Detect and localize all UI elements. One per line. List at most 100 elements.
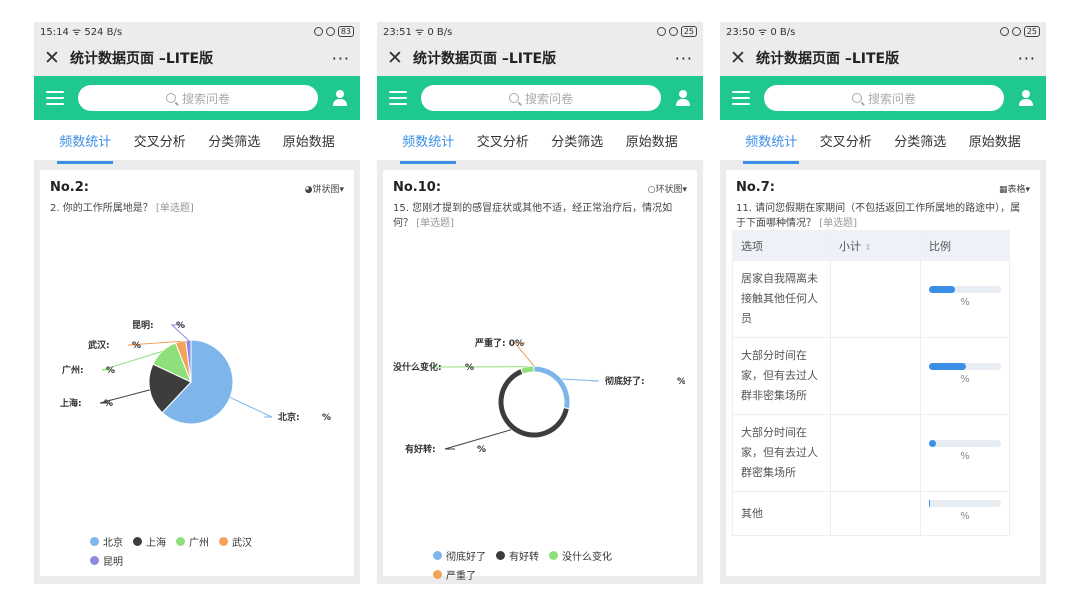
- slice-value-1: %: [104, 399, 113, 409]
- legend-swatch: [133, 537, 142, 546]
- slice-0[interactable]: [533, 365, 571, 410]
- page-title: 统计数据页面 –LITE版: [756, 51, 900, 67]
- legend-item[interactable]: 广州: [176, 534, 209, 549]
- slice-2[interactable]: [520, 365, 535, 375]
- tab-cross-analysis[interactable]: 交叉分析: [475, 127, 531, 154]
- legend-label: 没什么变化: [562, 552, 612, 563]
- slice-value-3: %: [132, 341, 141, 351]
- tab-frequency[interactable]: 频数统计: [400, 127, 457, 164]
- tab-raw-data[interactable]: 原始数据: [281, 127, 337, 154]
- legend-item[interactable]: 有好转: [496, 548, 539, 563]
- alarm-icon: [1011, 26, 1021, 36]
- legend-label: 广州: [189, 538, 209, 549]
- column-header-count[interactable]: 小计 ⇕: [830, 230, 921, 261]
- battery-icon: 83: [337, 25, 354, 37]
- question-title: 11. 请问您假期在家期间（不包括返回工作所属地的路途中），属于下面哪种情况？: [736, 203, 1021, 229]
- legend-swatch: [549, 551, 558, 560]
- tab-cross-analysis[interactable]: 交叉分析: [132, 127, 188, 154]
- status-net-speed: 0 B/s: [427, 27, 453, 38]
- column-header-option: 选项: [732, 230, 831, 261]
- legend-swatch: [90, 556, 99, 565]
- tab-bar: 频数统计 交叉分析 分类筛选 原始数据: [720, 120, 1046, 164]
- phone-screen-3: 23:50 ᯤ 0 B/s 25 ✕ 统计数据页面 –LITE版 ··· 搜索问…: [720, 22, 1046, 584]
- question-type: [单选题]: [416, 218, 454, 229]
- slice-label-2: 广州:: [62, 364, 84, 376]
- chart-type-label: 饼状图▾: [312, 185, 344, 195]
- more-icon[interactable]: ···: [1018, 49, 1036, 68]
- legend-item[interactable]: 昆明: [90, 553, 123, 568]
- slice-value-2: %: [106, 366, 115, 376]
- user-icon[interactable]: [675, 90, 691, 106]
- legend-label: 昆明: [103, 557, 123, 568]
- page-title: 统计数据页面 –LITE版: [413, 51, 557, 67]
- table-row: 大部分时间在家，但有去过人群密集场所%: [732, 414, 1010, 492]
- ring-chart: 彻底好了:% 有好转:% 没什么变化:% 严重了: 0%: [393, 337, 685, 455]
- more-icon[interactable]: ···: [675, 49, 693, 68]
- user-icon[interactable]: [332, 90, 348, 106]
- search-input[interactable]: 搜索问卷: [421, 85, 661, 111]
- chart-type-dropdown[interactable]: ▦表格▾: [999, 182, 1030, 195]
- legend-item[interactable]: 上海: [133, 534, 166, 549]
- tab-category-filter[interactable]: 分类筛选: [549, 127, 605, 154]
- table-row: 大部分时间在家，但有去过人群非密集场所%: [732, 337, 1010, 415]
- status-bar: 23:51 ᯤ 0 B/s 25: [377, 22, 703, 40]
- status-net-speed: 0 B/s: [770, 27, 796, 38]
- tab-category-filter[interactable]: 分类筛选: [892, 127, 948, 154]
- search-input[interactable]: 搜索问卷: [78, 85, 318, 111]
- question-number: No.2:: [50, 180, 89, 195]
- slice-value-1: %: [477, 445, 486, 455]
- menu-icon[interactable]: [389, 91, 407, 105]
- tab-raw-data[interactable]: 原始数据: [967, 127, 1023, 154]
- sort-icon[interactable]: ⇕: [865, 243, 872, 252]
- close-icon[interactable]: ✕: [730, 48, 752, 68]
- alarm-icon: [325, 26, 335, 36]
- menu-icon[interactable]: [46, 91, 64, 105]
- user-icon[interactable]: [1018, 90, 1034, 106]
- status-time: 15:14: [40, 27, 69, 38]
- ratio-bar-track: [929, 285, 1001, 293]
- legend-item[interactable]: 北京: [90, 534, 123, 549]
- tab-frequency[interactable]: 频数统计: [57, 127, 114, 164]
- question-text: 15. 您刚才提到的感冒症状或其他不适，经正常治疗后，情况如何？ [单选题]: [393, 201, 687, 231]
- count-cell: [830, 260, 921, 338]
- legend-swatch: [433, 570, 442, 579]
- close-icon[interactable]: ✕: [387, 48, 409, 68]
- legend-item[interactable]: 武汉: [219, 534, 252, 549]
- ratio-bar-fill: [929, 500, 931, 507]
- count-cell: [830, 337, 921, 415]
- tab-raw-data[interactable]: 原始数据: [624, 127, 680, 154]
- chart-type-dropdown[interactable]: ○环状图▾: [648, 182, 687, 195]
- slice-value-4: %: [176, 321, 185, 331]
- legend-swatch: [90, 537, 99, 546]
- close-icon[interactable]: ✕: [44, 48, 66, 68]
- tab-category-filter[interactable]: 分类筛选: [206, 127, 262, 154]
- legend-item[interactable]: 严重了: [433, 567, 476, 582]
- search-input[interactable]: 搜索问卷: [764, 85, 1004, 111]
- legend-item[interactable]: 彻底好了: [433, 548, 486, 563]
- menu-icon[interactable]: [732, 91, 750, 105]
- page-title: 统计数据页面 –LITE版: [70, 51, 214, 67]
- question-number: No.10:: [393, 180, 442, 195]
- column-header-ratio: 比例: [920, 230, 1010, 261]
- search-icon: [851, 93, 862, 103]
- tab-frequency[interactable]: 频数统计: [743, 127, 800, 164]
- question-card: No.10: ○环状图▾ 15. 您刚才提到的感冒症状或其他不适，经正常治疗后，…: [383, 170, 697, 582]
- option-cell: 大部分时间在家，但有去过人群非密集场所: [732, 337, 831, 415]
- tab-cross-analysis[interactable]: 交叉分析: [818, 127, 874, 154]
- question-number: No.7:: [736, 180, 775, 195]
- search-icon: [508, 93, 519, 103]
- table-header-row: 选项 小计 ⇕ 比例: [732, 230, 1010, 261]
- ratio-percent: %: [960, 296, 970, 308]
- option-cell: 大部分时间在家，但有去过人群密集场所: [732, 414, 831, 492]
- chart-type-dropdown[interactable]: ◕饼状图▾: [305, 182, 344, 195]
- question-card: No.7: ▦表格▾ 11. 请问您假期在家期间（不包括返回工作所属地的路途中）…: [726, 170, 1040, 576]
- slice-label-2: 没什么变化:: [393, 361, 442, 373]
- slice-label-4: 昆明:: [132, 320, 154, 331]
- title-bar: ✕ 统计数据页面 –LITE版 ···: [377, 40, 703, 76]
- title-bar: ✕ 统计数据页面 –LITE版 ···: [720, 40, 1046, 76]
- leader-line-0: [561, 378, 600, 382]
- ratio-bar-track: [929, 500, 1001, 507]
- status-time: 23:51: [383, 27, 412, 38]
- more-icon[interactable]: ···: [332, 49, 350, 68]
- legend-item[interactable]: 没什么变化: [549, 548, 612, 563]
